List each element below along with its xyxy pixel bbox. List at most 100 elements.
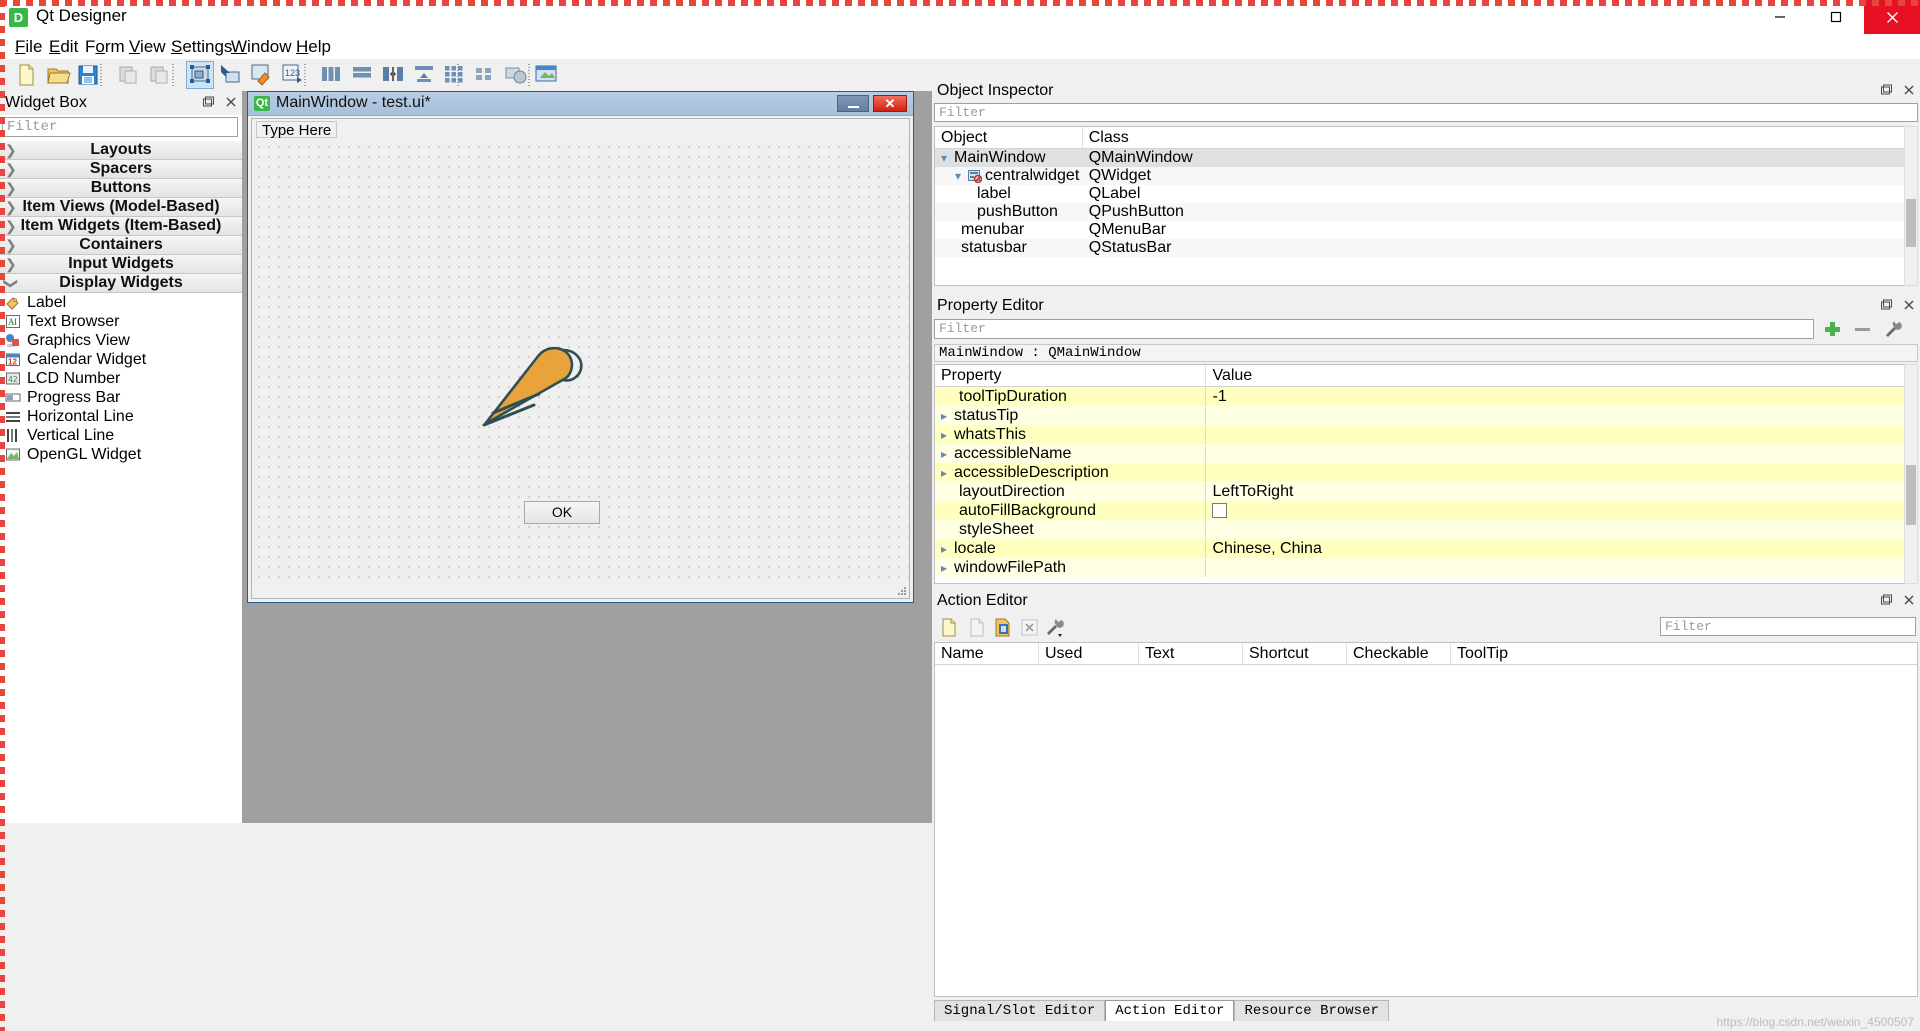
column-header-property[interactable]: Property (935, 365, 1207, 386)
edit-widgets-button[interactable] (186, 61, 214, 89)
chevron-right-icon[interactable]: ▸ (941, 409, 954, 423)
widget-item-text-browser[interactable]: AI Text Browser (0, 312, 242, 331)
view-mode-button[interactable] (1044, 616, 1067, 639)
table-row[interactable]: ▾ centralwidget QWidget (935, 167, 1917, 185)
layout-form-button[interactable] (411, 61, 439, 89)
configure-property-editor-button[interactable] (1882, 319, 1904, 339)
column-header-used[interactable]: Used (1039, 643, 1139, 664)
form-minimize-button[interactable] (837, 95, 869, 112)
edit-signals-slots-button[interactable] (217, 61, 245, 89)
form-canvas[interactable]: OK (252, 140, 909, 584)
table-row[interactable]: ▸ accessibleName (935, 444, 1917, 463)
table-row[interactable]: ▸ windowFilePath (935, 558, 1917, 577)
table-row[interactable]: label QLabel (935, 185, 1917, 203)
property-editor-scrollbar[interactable] (1904, 364, 1918, 584)
tab-resource-browser[interactable]: Resource Browser (1234, 1000, 1389, 1021)
form-ok-button[interactable]: OK (524, 501, 600, 524)
widget-category-input-widgets[interactable]: ❯ Input Widgets (0, 255, 242, 274)
widget-item-lcd-number[interactable]: 42 LCD Number (0, 369, 242, 388)
paste-action-button[interactable] (992, 616, 1015, 639)
widget-item-label[interactable]: Label (0, 293, 242, 312)
form-close-button[interactable]: ✕ (873, 95, 907, 112)
widget-item-opengl[interactable]: OpenGL Widget (0, 445, 242, 464)
action-editor-filter-input[interactable]: Filter (1660, 617, 1916, 636)
undo-button[interactable] (114, 61, 142, 89)
table-row[interactable]: toolTipDuration -1 (935, 387, 1917, 406)
preview-button[interactable] (533, 61, 561, 89)
object-inspector-filter-input[interactable]: Filter (934, 103, 1918, 122)
property-value[interactable]: LeftToRight (1212, 483, 1293, 500)
table-row[interactable]: pushButton QPushButton (935, 203, 1917, 221)
break-layout-button[interactable] (471, 61, 499, 89)
adjust-size-button[interactable] (502, 61, 530, 89)
widget-item-calendar[interactable]: 12 Calendar Widget (0, 350, 242, 369)
chevron-down-icon[interactable]: ▾ (955, 169, 968, 183)
widget-category-item-widgets[interactable]: ❯ Item Widgets (Item-Based) (0, 217, 242, 236)
chevron-right-icon[interactable]: ▸ (941, 428, 954, 442)
object-inspector-scrollbar[interactable] (1904, 126, 1918, 286)
action-editor-float-button[interactable] (1879, 593, 1893, 607)
widget-category-buttons[interactable]: ❯ Buttons (0, 179, 242, 198)
form-menu-type-here[interactable]: Type Here (256, 121, 338, 139)
delete-action-button[interactable] (1018, 616, 1041, 639)
widget-box-float-button[interactable] (201, 95, 215, 109)
object-inspector-close-button[interactable] (1902, 83, 1916, 97)
widget-item-vertical-line[interactable]: Vertical Line (0, 426, 242, 445)
widget-category-containers[interactable]: ❯ Containers (0, 236, 242, 255)
widget-box-close-button[interactable] (224, 95, 238, 109)
chevron-right-icon[interactable]: ▸ (941, 542, 954, 556)
column-header-name[interactable]: Name (935, 643, 1039, 664)
widget-item-horizontal-line[interactable]: Horizontal Line (0, 407, 242, 426)
column-header-shortcut[interactable]: Shortcut (1243, 643, 1347, 664)
form-window-titlebar[interactable]: Qt MainWindow - test.ui* ✕ (248, 92, 913, 116)
table-row[interactable]: ▸ whatsThis (935, 425, 1917, 444)
size-grip-icon[interactable] (896, 585, 907, 596)
chevron-down-icon[interactable]: ▾ (941, 151, 954, 165)
table-row[interactable]: ▸ statusTip (935, 406, 1917, 425)
menu-help[interactable]: Help (289, 36, 338, 57)
remove-dynamic-property-button[interactable] (1852, 319, 1874, 339)
column-header-tooltip[interactable]: ToolTip (1451, 643, 1917, 664)
property-value[interactable]: -1 (1212, 388, 1226, 405)
table-row[interactable]: layoutDirection LeftToRight (935, 482, 1917, 501)
new-action-button[interactable] (938, 616, 961, 639)
layout-grid-button[interactable] (441, 61, 469, 89)
edit-buddies-button[interactable] (248, 61, 276, 89)
table-row[interactable]: statusbar QStatusBar (935, 239, 1917, 257)
table-row[interactable]: ▸ locale Chinese, China (935, 539, 1917, 558)
widget-category-spacers[interactable]: ❯ Spacers (0, 160, 242, 179)
umbrella-label-image[interactable] (477, 332, 592, 437)
new-form-button[interactable] (12, 61, 40, 89)
action-editor-close-button[interactable] (1902, 593, 1916, 607)
chevron-right-icon[interactable]: ▸ (941, 466, 954, 480)
property-value[interactable]: Chinese, China (1212, 540, 1321, 557)
chevron-right-icon[interactable]: ▸ (941, 561, 954, 575)
tab-action-editor[interactable]: Action Editor (1105, 1000, 1235, 1021)
save-form-button[interactable] (74, 61, 102, 89)
property-editor-float-button[interactable] (1879, 298, 1893, 312)
tab-signal-slot-editor[interactable]: Signal/Slot Editor (934, 1000, 1106, 1021)
widget-category-item-views[interactable]: ❯ Item Views (Model-Based) (0, 198, 242, 217)
layout-splitter-horizontal-button[interactable] (380, 61, 408, 89)
chevron-right-icon[interactable]: ▸ (941, 447, 954, 461)
widget-category-layouts[interactable]: ❯ Layouts (0, 141, 242, 160)
layout-vertically-button[interactable] (349, 61, 377, 89)
add-dynamic-property-button[interactable] (1822, 319, 1844, 339)
widget-item-graphics-view[interactable]: abc Graphics View (0, 331, 242, 350)
column-header-text[interactable]: Text (1139, 643, 1243, 664)
column-header-checkable[interactable]: Checkable (1347, 643, 1451, 664)
widget-item-progress-bar[interactable]: Progress Bar (0, 388, 242, 407)
property-editor-close-button[interactable] (1902, 298, 1916, 312)
property-editor-filter-input[interactable]: Filter (934, 319, 1814, 339)
widget-category-display-widgets[interactable]: ❯ Display Widgets (0, 274, 242, 293)
column-header-object[interactable]: Object (935, 127, 1083, 148)
widget-box-filter-input[interactable]: Filter (2, 117, 238, 137)
object-inspector-float-button[interactable] (1879, 83, 1893, 97)
column-header-class[interactable]: Class (1083, 127, 1917, 148)
table-row[interactable]: styleSheet (935, 520, 1917, 539)
table-row[interactable]: menubar QMenuBar (935, 221, 1917, 239)
edit-tab-order-button[interactable]: 123 (279, 61, 307, 89)
action-editor-empty-list[interactable] (935, 665, 1917, 995)
table-row[interactable]: ▸ accessibleDescription (935, 463, 1917, 482)
copy-action-button[interactable] (966, 616, 989, 639)
